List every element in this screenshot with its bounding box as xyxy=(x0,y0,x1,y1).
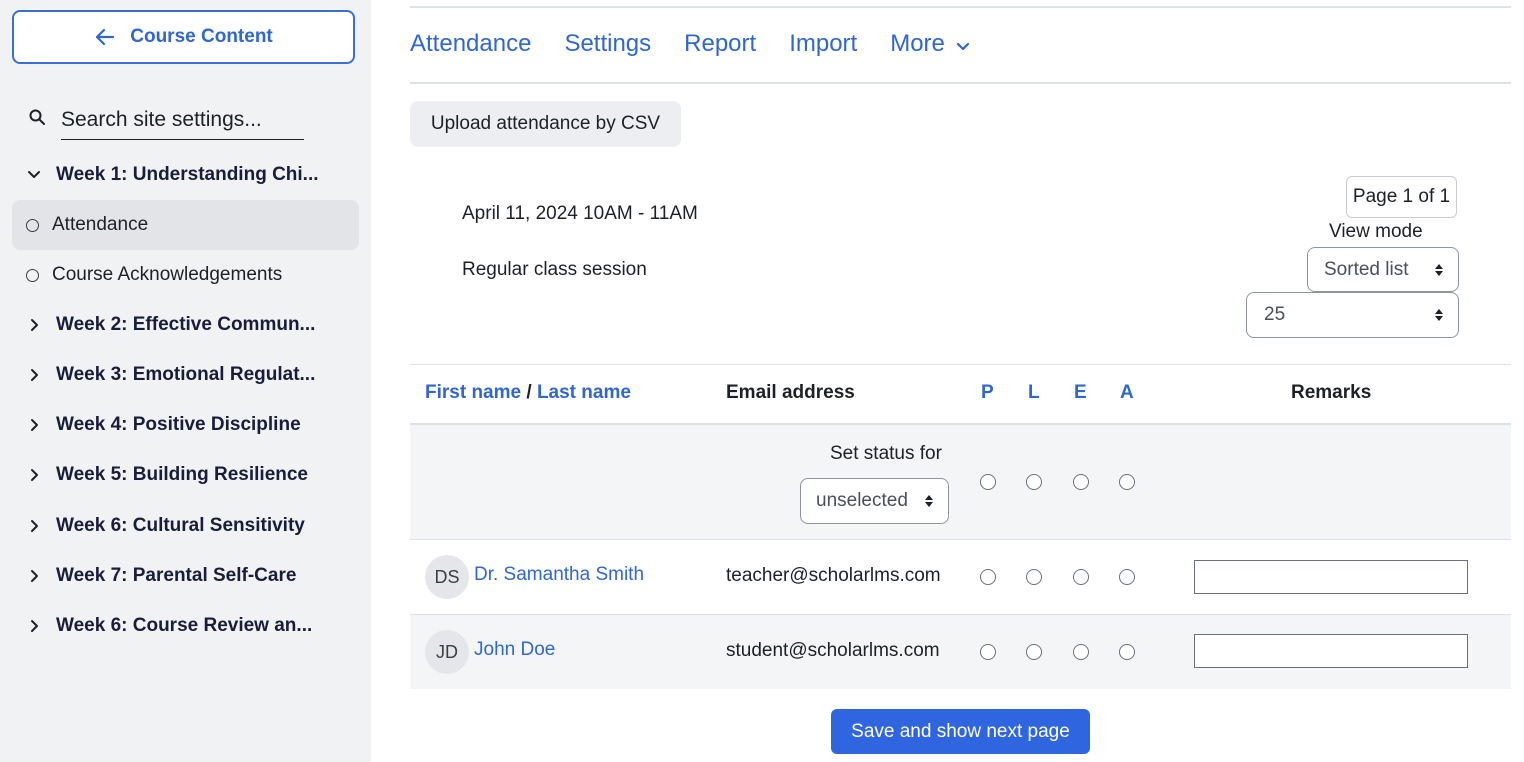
status-excused-header[interactable]: E xyxy=(1074,382,1087,404)
chevron-down-icon xyxy=(956,42,970,51)
sidebar-section-week-4[interactable]: Week 4: Positive Discipline xyxy=(12,400,359,450)
arrow-left-icon xyxy=(96,28,115,46)
chevron-right-icon[interactable] xyxy=(26,618,42,634)
sidebar-item-attendance[interactable]: Attendance xyxy=(12,200,359,250)
status-late-header[interactable]: L xyxy=(1028,382,1040,404)
sidebar-section-week-1[interactable]: Week 1: Understanding Chi... xyxy=(12,150,359,200)
chevron-down-icon[interactable] xyxy=(26,167,42,183)
remarks-input[interactable] xyxy=(1194,560,1468,594)
set-status-label: Set status for xyxy=(830,443,942,464)
status-absent-header[interactable]: A xyxy=(1120,382,1134,404)
set-all-present-radio[interactable] xyxy=(980,474,996,490)
course-index-sidebar: Course Content Week 1: Understanding Chi… xyxy=(0,0,371,762)
tab-settings[interactable]: Settings xyxy=(564,22,651,66)
sidebar-section-week-3[interactable]: Week 3: Emotional Regulat... xyxy=(12,350,359,400)
set-status-select[interactable]: unselected xyxy=(800,478,949,524)
chevron-right-icon[interactable] xyxy=(26,518,42,534)
divider xyxy=(410,364,1511,365)
name-column-header: First name / Last name xyxy=(425,382,631,404)
last-name-sort-link[interactable]: Last name xyxy=(537,382,631,403)
main-content: Attendance Settings Report Import More U… xyxy=(410,0,1511,762)
student-name-link[interactable]: Dr. Samantha Smith xyxy=(474,564,644,586)
late-radio[interactable] xyxy=(1026,644,1042,660)
set-all-excused-radio[interactable] xyxy=(1073,474,1089,490)
view-mode-value: Sorted list xyxy=(1324,258,1409,280)
sidebar-item-label: Week 3: Emotional Regulat... xyxy=(56,364,316,385)
search-icon xyxy=(29,109,45,125)
session-description: Regular class session xyxy=(462,259,647,280)
site-settings-search xyxy=(28,100,304,140)
select-caret-icon xyxy=(1435,263,1443,276)
remarks-input[interactable] xyxy=(1194,634,1468,668)
sidebar-section-week-7[interactable]: Week 7: Parental Self-Care xyxy=(12,551,359,601)
late-radio[interactable] xyxy=(1026,569,1042,585)
excused-radio[interactable] xyxy=(1073,644,1089,660)
avatar: JD xyxy=(425,630,469,674)
activity-circle-icon xyxy=(26,268,39,282)
divider xyxy=(410,82,1511,84)
tab-more-label: More xyxy=(890,30,945,57)
email-column-header: Email address xyxy=(726,382,855,403)
secondary-navigation: Attendance Settings Report Import More xyxy=(410,22,971,66)
view-mode-label: View mode xyxy=(1329,221,1423,242)
sidebar-item-label: Week 7: Parental Self-Care xyxy=(56,565,297,586)
tab-more[interactable]: More xyxy=(890,22,971,66)
present-radio[interactable] xyxy=(980,569,996,585)
first-name-sort-link[interactable]: First name xyxy=(425,382,521,403)
view-mode-select[interactable]: Sorted list xyxy=(1307,247,1459,292)
sidebar-item-label: Course Acknowledgements xyxy=(52,264,283,285)
header-separator: / xyxy=(526,382,532,403)
status-present-header[interactable]: P xyxy=(981,382,994,404)
chevron-right-icon[interactable] xyxy=(26,467,42,483)
set-status-value: unselected xyxy=(816,490,908,511)
page-size-value: 25 xyxy=(1264,304,1286,325)
sidebar-item-label: Week 5: Building Resilience xyxy=(56,464,309,485)
sidebar-section-week-6[interactable]: Week 6: Cultural Sensitivity xyxy=(12,501,359,551)
sidebar-section-week-2[interactable]: Week 2: Effective Commun... xyxy=(12,300,359,350)
student-email: student@scholarlms.com xyxy=(726,640,940,661)
sidebar-item-label: Week 6: Cultural Sensitivity xyxy=(56,515,305,536)
student-email: teacher@scholarlms.com xyxy=(726,565,941,586)
tab-import[interactable]: Import xyxy=(789,22,857,66)
present-radio[interactable] xyxy=(980,644,996,660)
sidebar-item-label: Week 4: Positive Discipline xyxy=(56,414,301,435)
select-caret-icon xyxy=(1435,309,1443,321)
page-size-select[interactable]: 25 xyxy=(1246,292,1459,338)
chevron-right-icon[interactable] xyxy=(26,367,42,383)
session-date: April 11, 2024 10AM - 11AM xyxy=(462,203,698,224)
tab-attendance[interactable]: Attendance xyxy=(410,22,531,66)
divider xyxy=(410,6,1511,8)
remarks-column-header: Remarks xyxy=(1291,382,1372,403)
set-all-absent-radio[interactable] xyxy=(1119,474,1135,490)
sidebar-item-label: Week 6: Course Review an... xyxy=(56,615,313,636)
set-all-late-radio[interactable] xyxy=(1026,474,1042,490)
chevron-right-icon[interactable] xyxy=(26,317,42,333)
course-content-label: Course Content xyxy=(130,26,273,47)
student-name-link[interactable]: John Doe xyxy=(474,639,555,661)
chevron-right-icon[interactable] xyxy=(26,417,42,433)
absent-radio[interactable] xyxy=(1119,569,1135,585)
sidebar-item-course-acknowledgements[interactable]: Course Acknowledgements xyxy=(12,250,359,300)
course-content-button[interactable]: Course Content xyxy=(12,10,355,64)
save-and-next-button[interactable]: Save and show next page xyxy=(831,709,1090,754)
sidebar-item-label: Week 1: Understanding Chi... xyxy=(56,164,319,185)
page-indicator[interactable]: Page 1 of 1 xyxy=(1346,176,1457,218)
select-caret-icon xyxy=(925,495,933,507)
search-input[interactable] xyxy=(61,100,304,140)
avatar: DS xyxy=(425,555,469,599)
sidebar-section-week-5[interactable]: Week 5: Building Resilience xyxy=(12,450,359,500)
excused-radio[interactable] xyxy=(1073,569,1089,585)
tab-report[interactable]: Report xyxy=(684,22,756,66)
upload-csv-button[interactable]: Upload attendance by CSV xyxy=(410,101,681,147)
set-status-row xyxy=(410,425,1511,539)
sidebar-section-course-review[interactable]: Week 6: Course Review an... xyxy=(12,601,359,651)
sidebar-item-label: Attendance xyxy=(52,214,149,235)
absent-radio[interactable] xyxy=(1119,644,1135,660)
activity-circle-icon xyxy=(26,218,39,232)
sidebar-item-label: Week 2: Effective Commun... xyxy=(56,314,316,335)
chevron-right-icon[interactable] xyxy=(26,568,42,584)
